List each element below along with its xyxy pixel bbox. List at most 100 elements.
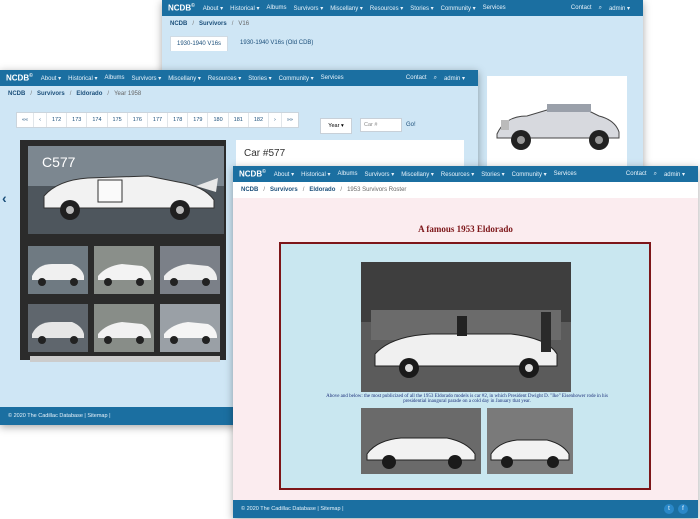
nav-historical[interactable]: Historical ▾ <box>68 75 97 82</box>
nav-stories[interactable]: Stories ▾ <box>481 171 504 178</box>
breadcrumb-ncdb[interactable]: NCDB <box>170 21 187 27</box>
nav-historical[interactable]: Historical ▾ <box>230 5 259 12</box>
photo-frame: Above and below: the most publicized of … <box>279 242 651 490</box>
breadcrumb: NCDB / Survivors / V16 <box>170 21 250 27</box>
photo-viewer: C577 <box>20 140 226 360</box>
nav-services[interactable]: Services <box>321 75 344 81</box>
page-link[interactable]: 174 <box>87 113 108 127</box>
top-navbar: NCDB© About ▾ Historical ▾ Albums Surviv… <box>0 70 478 86</box>
nav-miscellany[interactable]: Miscellany ▾ <box>401 171 434 178</box>
nav-contact[interactable]: Contact <box>571 5 592 11</box>
nav-survivors[interactable]: Survivors ▾ <box>294 5 324 12</box>
breadcrumb-eldorado[interactable]: Eldorado <box>309 187 335 193</box>
photo-caption: Above and below: the most publicized of … <box>326 394 608 404</box>
facebook-icon[interactable]: f <box>678 504 688 514</box>
brand-logo[interactable]: NCDB© <box>6 73 33 83</box>
page-link[interactable]: 177 <box>148 113 169 127</box>
nav-survivors[interactable]: Survivors ▾ <box>365 171 395 178</box>
user-menu[interactable]: admin ▾ <box>664 171 685 178</box>
nav-survivors[interactable]: Survivors ▾ <box>132 75 162 82</box>
search-icon[interactable]: ⌕ <box>654 171 657 178</box>
nav-stories[interactable]: Stories ▾ <box>248 75 271 82</box>
nav-about[interactable]: About ▾ <box>41 75 61 82</box>
page-link[interactable]: 182 <box>249 113 270 127</box>
car-number-input[interactable]: Car # <box>360 118 402 132</box>
page-link[interactable]: 176 <box>128 113 148 127</box>
nav-albums[interactable]: Albums <box>267 5 287 11</box>
page-link[interactable]: 175 <box>108 113 128 127</box>
nav-albums[interactable]: Albums <box>105 75 125 81</box>
breadcrumb-current: Year 1958 <box>114 91 142 97</box>
breadcrumb-survivors[interactable]: Survivors <box>37 91 65 97</box>
pagination: «« ‹ 172 173 174 175 176 177 178 179 180… <box>16 112 299 128</box>
page-title: A famous 1953 Eldorado <box>418 224 513 234</box>
nav-services[interactable]: Services <box>483 5 506 11</box>
user-menu[interactable]: admin ▾ <box>444 75 465 82</box>
social-links: t f <box>664 504 688 514</box>
search-icon[interactable]: ⌕ <box>599 5 602 12</box>
breadcrumb-current: V16 <box>238 21 250 27</box>
page-next[interactable]: › <box>269 113 282 127</box>
thumbnail[interactable] <box>94 304 154 352</box>
search-icon[interactable]: ⌕ <box>434 75 437 82</box>
nav-community[interactable]: Community ▾ <box>279 75 314 82</box>
breadcrumb-ncdb[interactable]: NCDB <box>241 187 258 193</box>
breadcrumb-ncdb[interactable]: NCDB <box>8 91 25 97</box>
breadcrumb-survivors[interactable]: Survivors <box>199 21 227 27</box>
nav-services[interactable]: Services <box>554 171 577 177</box>
go-button[interactable]: Go! <box>406 118 416 132</box>
nav-about[interactable]: About ▾ <box>203 5 223 12</box>
nav-resources[interactable]: Resources ▾ <box>208 75 241 82</box>
page-link[interactable]: 181 <box>229 113 249 127</box>
page-first[interactable]: «« <box>17 113 35 127</box>
breadcrumb: NCDB / Survivors / Eldorado / Year 1958 <box>8 91 142 97</box>
page-prev[interactable]: ‹ <box>34 113 47 127</box>
brand-logo[interactable]: NCDB© <box>168 3 195 13</box>
nav-contact[interactable]: Contact <box>626 171 647 177</box>
top-navbar: NCDB© About ▾ Historical ▾ Albums Surviv… <box>233 166 698 182</box>
tab-v16s[interactable]: 1930-1940 V16s <box>170 36 229 51</box>
v16-car-photo <box>487 76 627 166</box>
nav-community[interactable]: Community ▾ <box>441 5 476 12</box>
breadcrumb: NCDB / Survivors / Eldorado/ 1953 Survivor… <box>233 182 698 198</box>
viewer-caption: C577 <box>42 154 76 170</box>
tab-bar: 1930-1940 V16s 1930-1940 V16s (Old CDB) <box>162 32 643 55</box>
thumbnail[interactable] <box>28 246 88 294</box>
tab-v16s-old[interactable]: 1930-1940 V16s (Old CDB) <box>234 36 319 51</box>
page-last[interactable]: »» <box>282 113 298 127</box>
nav-resources[interactable]: Resources ▾ <box>370 5 403 12</box>
year-select[interactable]: Year ▾ <box>320 118 352 134</box>
nav-miscellany[interactable]: Miscellany ▾ <box>168 75 201 82</box>
breadcrumb-eldorado[interactable]: Eldorado <box>76 91 102 97</box>
main-car-photo[interactable]: C577 <box>28 146 224 234</box>
page-link[interactable]: 173 <box>67 113 88 127</box>
parade-photo-left <box>361 408 481 474</box>
nav-resources[interactable]: Resources ▾ <box>441 171 474 178</box>
parade-photo-right <box>487 408 573 474</box>
nav-about[interactable]: About ▾ <box>274 171 294 178</box>
user-menu[interactable]: admin ▾ <box>609 5 630 12</box>
parade-photo <box>361 262 571 392</box>
thumbnail[interactable] <box>28 304 88 352</box>
page-link[interactable]: 172 <box>47 113 68 127</box>
thumbnail[interactable] <box>160 304 220 352</box>
nav-contact[interactable]: Contact <box>406 75 427 81</box>
page-link[interactable]: 179 <box>188 113 209 127</box>
brand-logo[interactable]: NCDB© <box>239 169 266 179</box>
thumbnail-scrollbar[interactable] <box>30 356 220 362</box>
eldorado-1953-window: NCDB© About ▾ Historical ▾ Albums Surviv… <box>233 166 698 518</box>
nav-community[interactable]: Community ▾ <box>512 171 547 178</box>
twitter-icon[interactable]: t <box>664 504 674 514</box>
breadcrumb-survivors[interactable]: Survivors <box>270 187 298 193</box>
nav-historical[interactable]: Historical ▾ <box>301 171 330 178</box>
thumbnail[interactable] <box>94 246 154 294</box>
nav-albums[interactable]: Albums <box>338 171 358 177</box>
thumbnail[interactable] <box>160 246 220 294</box>
top-navbar: NCDB© About ▾ Historical ▾ Albums Surviv… <box>162 0 643 16</box>
nav-stories[interactable]: Stories ▾ <box>410 5 433 12</box>
footer-text: © 2020 The Cadillac Database | Sitemap | <box>241 506 344 512</box>
nav-miscellany[interactable]: Miscellany ▾ <box>330 5 363 12</box>
page-link[interactable]: 178 <box>168 113 189 127</box>
chevron-left-icon[interactable]: ‹ <box>2 190 7 206</box>
page-link[interactable]: 180 <box>208 113 229 127</box>
